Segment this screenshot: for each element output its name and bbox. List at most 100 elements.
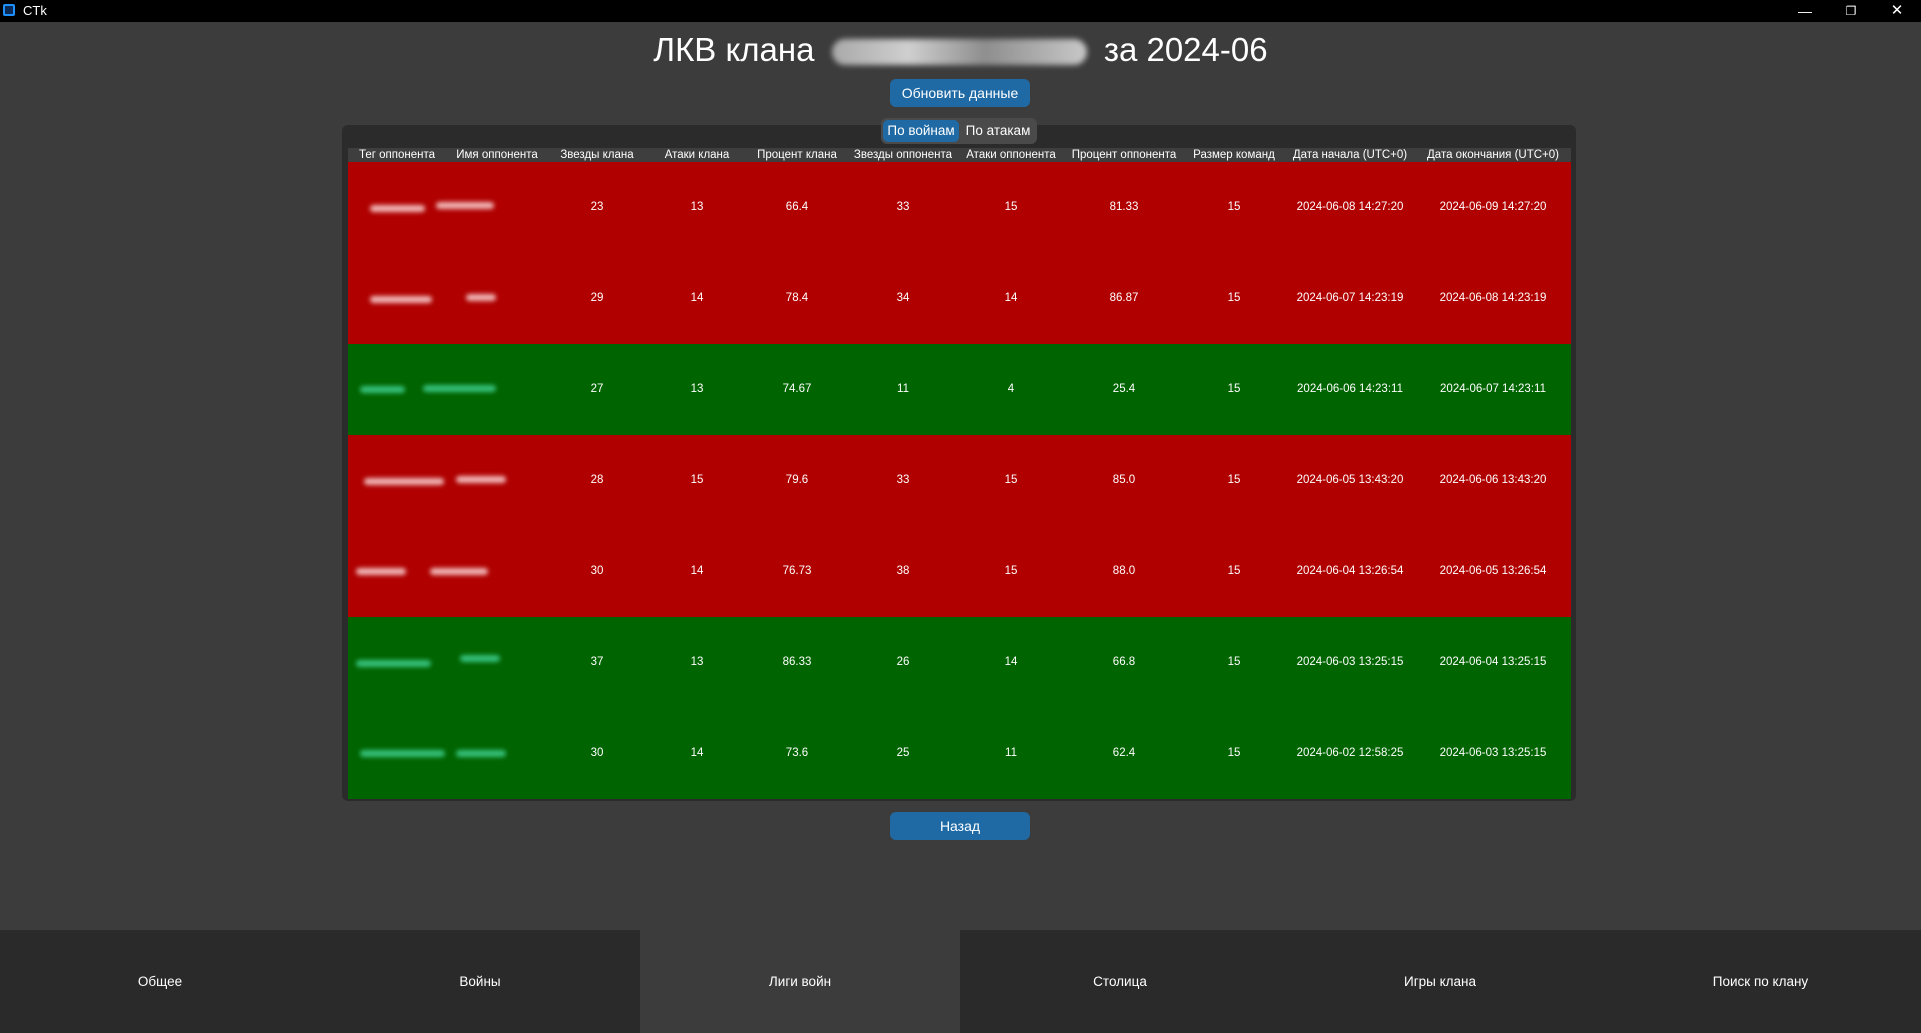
- team-size-cell: 15: [1227, 201, 1241, 213]
- wars-table-body: 23 13 66.4 33 15 81.33 15 2024-06-08 14:…: [348, 162, 1571, 799]
- team-size-cell: 15: [1227, 656, 1241, 668]
- start-date-cell: 2024-06-07 14:23:19: [1296, 292, 1404, 304]
- end-date-cell: 2024-06-09 14:27:20: [1439, 201, 1547, 213]
- redacted-clan-name: [831, 39, 1087, 66]
- app-window-icon: [3, 4, 15, 16]
- column-header: Атаки клана: [664, 149, 730, 161]
- opponent-percent-cell: 88.0: [1112, 565, 1136, 577]
- tab-clan-games[interactable]: Игры клана: [1280, 930, 1600, 1033]
- clan-attacks-cell: 13: [690, 383, 704, 395]
- column-header: Звезды клана: [560, 149, 634, 161]
- main-panel: ЛКВ клана за 2024-06 Обновить данные По …: [0, 22, 1921, 930]
- clan-stars-cell: 28: [590, 474, 604, 486]
- opponent-attacks-cell: 14: [1004, 656, 1018, 668]
- start-date-cell: 2024-06-08 14:27:20: [1296, 201, 1404, 213]
- opponent-stars-cell: 11: [897, 383, 909, 395]
- redacted-opponent-tag: [360, 386, 405, 393]
- tab-capital[interactable]: Столица: [960, 930, 1280, 1033]
- redacted-opponent-tag: [364, 478, 444, 485]
- refresh-data-button[interactable]: Обновить данные: [890, 79, 1030, 107]
- opponent-percent-cell: 66.8: [1112, 656, 1136, 668]
- opponent-attacks-cell: 15: [1004, 565, 1018, 577]
- opponent-stars-cell: 38: [896, 565, 910, 577]
- table-row[interactable]: 28 15 79.6 33 15 85.0 15 2024-06-05 13:4…: [348, 435, 1571, 526]
- tab-general[interactable]: Общее: [0, 930, 320, 1033]
- clan-attacks-cell: 15: [690, 474, 704, 486]
- team-size-cell: 15: [1227, 383, 1241, 395]
- team-size-cell: 15: [1227, 747, 1241, 759]
- segment-by-wars[interactable]: По войнам: [883, 120, 959, 142]
- back-button[interactable]: Назад: [890, 812, 1030, 840]
- opponent-attacks-cell: 15: [1004, 474, 1018, 486]
- column-header: Тег оппонента: [358, 149, 436, 161]
- clan-attacks-cell: 14: [690, 747, 704, 759]
- redacted-opponent-name: [460, 655, 500, 662]
- page-title: ЛКВ клана за 2024-06: [0, 30, 1921, 70]
- start-date-cell: 2024-06-03 13:25:15: [1296, 656, 1404, 668]
- end-date-cell: 2024-06-07 14:23:11: [1440, 383, 1546, 395]
- column-header: Размер команд: [1193, 149, 1275, 161]
- opponent-stars-cell: 33: [896, 201, 910, 213]
- redacted-opponent-name: [430, 568, 488, 575]
- minimize-icon[interactable]: —: [1782, 0, 1828, 22]
- redacted-opponent-tag: [356, 568, 406, 575]
- column-header: Дата окончания (UTC+0): [1427, 149, 1559, 161]
- close-icon[interactable]: ✕: [1874, 0, 1920, 22]
- title-bar: CTk — ❐ ✕: [0, 0, 1921, 22]
- opponent-percent-cell: 81.33: [1109, 201, 1139, 213]
- tab-wars[interactable]: Войны: [320, 930, 640, 1033]
- clan-attacks-cell: 13: [690, 656, 704, 668]
- end-date-cell: 2024-06-04 13:25:15: [1439, 656, 1547, 668]
- clan-percent-cell: 86.33: [782, 656, 812, 668]
- column-header: Дата начала (UTC+0): [1292, 149, 1408, 161]
- redacted-opponent-name: [466, 294, 496, 301]
- opponent-stars-cell: 26: [896, 656, 910, 668]
- redacted-opponent-name: [436, 202, 494, 209]
- tab-war-leagues[interactable]: Лиги войн: [640, 930, 960, 1033]
- end-date-cell: 2024-06-03 13:25:15: [1439, 747, 1547, 759]
- team-size-cell: 15: [1227, 474, 1241, 486]
- opponent-attacks-cell: 14: [1004, 292, 1018, 304]
- clan-percent-cell: 66.4: [785, 201, 809, 213]
- start-date-cell: 2024-06-04 13:26:54: [1296, 565, 1404, 577]
- redacted-opponent-tag: [360, 750, 445, 757]
- table-row[interactable]: 37 13 86.33 26 14 66.8 15 2024-06-03 13:…: [348, 617, 1571, 708]
- end-date-cell: 2024-06-06 13:43:20: [1439, 474, 1547, 486]
- table-row[interactable]: 29 14 78.4 34 14 86.87 15 2024-06-07 14:…: [348, 253, 1571, 344]
- clan-stars-cell: 29: [590, 292, 604, 304]
- redacted-opponent-name: [456, 750, 506, 757]
- column-header: Звезды оппонента: [853, 149, 953, 161]
- opponent-attacks-cell: 4: [1007, 383, 1015, 395]
- tab-clan-search[interactable]: Поиск по клану: [1600, 930, 1921, 1033]
- clan-percent-cell: 74.67: [782, 383, 812, 395]
- maximize-icon[interactable]: ❐: [1828, 0, 1874, 22]
- clan-stars-cell: 30: [590, 565, 604, 577]
- end-date-cell: 2024-06-08 14:23:19: [1439, 292, 1547, 304]
- opponent-stars-cell: 34: [896, 292, 910, 304]
- clan-percent-cell: 76.73: [782, 565, 812, 577]
- column-header: Имя оппонента: [456, 149, 538, 161]
- opponent-percent-cell: 85.0: [1112, 474, 1136, 486]
- redacted-opponent-tag: [370, 205, 425, 212]
- opponent-percent-cell: 25.4: [1112, 383, 1136, 395]
- opponent-stars-cell: 33: [896, 474, 910, 486]
- opponent-stars-cell: 25: [896, 747, 910, 759]
- start-date-cell: 2024-06-06 14:23:11: [1297, 383, 1403, 395]
- table-row[interactable]: 30 14 76.73 38 15 88.0 15 2024-06-04 13:…: [348, 526, 1571, 617]
- column-header: Процент оппонента: [1071, 149, 1177, 161]
- opponent-percent-cell: 62.4: [1112, 747, 1136, 759]
- redacted-opponent-name: [456, 476, 506, 483]
- clan-percent-cell: 78.4: [785, 292, 809, 304]
- opponent-attacks-cell: 15: [1004, 201, 1018, 213]
- table-row[interactable]: 23 13 66.4 33 15 81.33 15 2024-06-08 14:…: [348, 162, 1571, 253]
- clan-percent-cell: 73.6: [785, 747, 809, 759]
- table-row[interactable]: 27 13 74.67 11 4 25.4 15 2024-06-06 14:2…: [348, 344, 1571, 435]
- segment-by-attacks[interactable]: По атакам: [961, 120, 1035, 142]
- clan-attacks-cell: 13: [690, 201, 704, 213]
- redacted-opponent-tag: [370, 296, 432, 303]
- redacted-opponent-tag: [356, 660, 431, 667]
- start-date-cell: 2024-06-02 12:58:25: [1296, 747, 1404, 759]
- table-row[interactable]: 30 14 73.6 25 11 62.4 15 2024-06-02 12:5…: [348, 708, 1571, 799]
- clan-stars-cell: 37: [590, 656, 604, 668]
- opponent-percent-cell: 86.87: [1109, 292, 1139, 304]
